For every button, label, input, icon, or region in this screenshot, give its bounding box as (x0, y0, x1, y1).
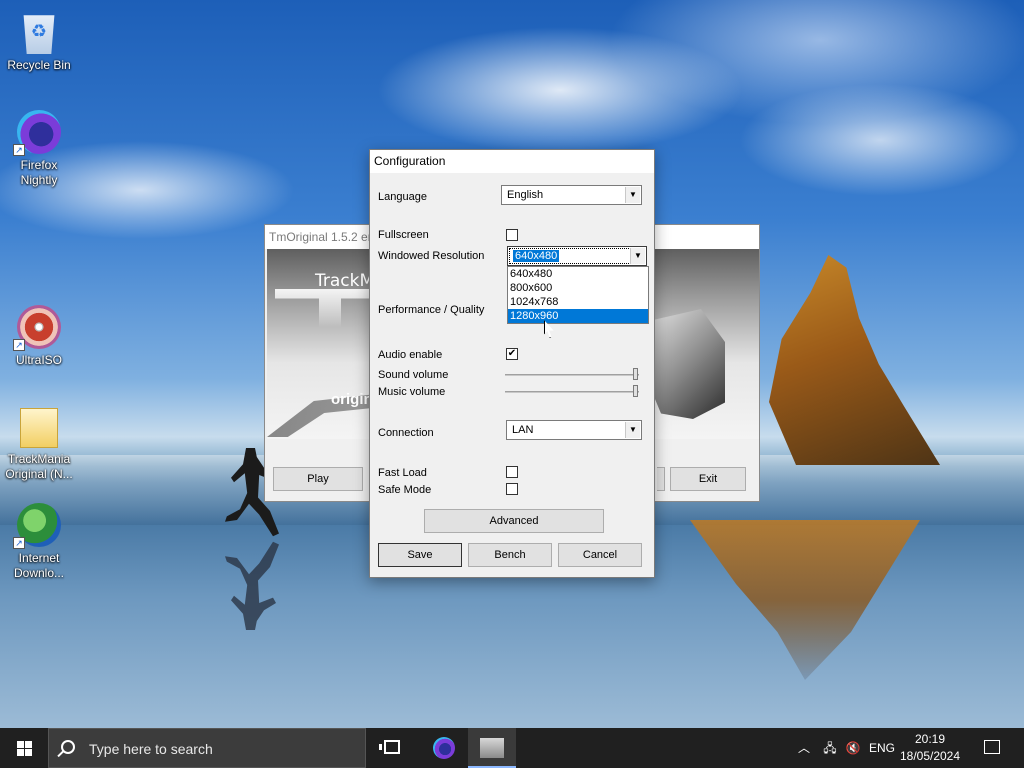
banner-text: TrackM (315, 271, 375, 291)
configuration-dialog: Configuration Language English ▼ Fullscr… (369, 149, 655, 578)
clock-date: 18/05/2024 (899, 749, 961, 763)
start-button[interactable] (0, 728, 48, 768)
resolution-label: Windowed Resolution (378, 250, 485, 262)
audio-checkbox[interactable]: ✔ (506, 348, 518, 360)
taskbar-clock[interactable]: 20:19 18/05/2024 (890, 731, 970, 765)
cancel-button[interactable]: Cancel (558, 543, 642, 567)
search-icon (61, 740, 75, 754)
taskbar-firefox-nightly[interactable] (420, 728, 468, 768)
slider-track (505, 374, 639, 376)
idm-icon: ↗ (13, 503, 61, 549)
resolution-dropdown-list: 640x480 800x600 1024x768 1280x960 (507, 266, 649, 324)
connection-select[interactable]: LAN ▼ (506, 420, 642, 440)
safe-mode-checkbox[interactable] (506, 483, 518, 495)
music-volume-slider[interactable] (505, 385, 639, 399)
checkmark-icon: ✔ (507, 348, 517, 359)
firefox-nightly-icon: ↗ (13, 110, 61, 156)
advanced-button[interactable]: Advanced (424, 509, 604, 533)
desktop-icon-recycle-bin[interactable]: ♻ Recycle Bin (1, 10, 77, 73)
resolution-option[interactable]: 1024x768 (508, 295, 648, 309)
fullscreen-label: Fullscreen (378, 229, 429, 241)
clock-time: 20:19 (914, 732, 946, 746)
sound-volume-slider[interactable] (505, 368, 639, 382)
task-view-button[interactable] (368, 728, 416, 768)
resolution-select[interactable]: 640x480 ▼ (507, 246, 647, 266)
audio-label: Audio enable (378, 349, 443, 361)
resolution-option-highlighted[interactable]: 1280x960 (508, 309, 648, 323)
desktop-icon-label: Firefox Nightly (20, 158, 58, 187)
chevron-down-icon[interactable]: ▼ (630, 248, 645, 264)
banner-subtitle: origin (331, 391, 373, 408)
slider-thumb[interactable] (633, 385, 638, 397)
config-title[interactable]: Configuration (370, 150, 654, 173)
task-view-icon (379, 740, 400, 754)
network-icon[interactable]: 🖧 (818, 728, 842, 768)
fast-load-checkbox[interactable] (506, 466, 518, 478)
taskbar-trackmania[interactable] (468, 728, 516, 768)
slider-thumb[interactable] (633, 368, 638, 380)
chevron-down-icon[interactable]: ▼ (625, 187, 640, 203)
notification-center-icon[interactable] (984, 740, 1000, 754)
desktop-icon-label: Internet Downlo... (13, 551, 65, 580)
desktop-icon-label: Recycle Bin (7, 58, 71, 72)
volume-muted-icon[interactable]: 🔇 (842, 728, 864, 768)
hidden-button-edge (657, 467, 665, 491)
save-button[interactable]: Save (378, 543, 462, 567)
slider-track (505, 391, 639, 393)
safe-mode-label: Safe Mode (378, 484, 432, 496)
fullscreen-checkbox[interactable] (506, 229, 518, 241)
recycle-bin-icon: ♻ (23, 15, 55, 54)
taskbar: Type here to search ︿ 🖧 🔇 ENG 20:19 18/0… (0, 728, 1024, 768)
chevron-down-icon[interactable]: ▼ (625, 422, 640, 438)
show-hidden-icons-chevron-icon[interactable]: ︿ (792, 728, 816, 768)
search-placeholder: Type here to search (89, 741, 213, 757)
play-button[interactable]: Play (273, 467, 363, 491)
trackmania-app-icon (480, 738, 504, 758)
language-label: Language (378, 191, 427, 203)
connection-label: Connection (378, 427, 434, 439)
firefox-nightly-icon (433, 737, 455, 759)
bench-button[interactable]: Bench (468, 543, 552, 567)
windows-logo-icon (17, 741, 32, 756)
performance-label: Performance / Quality (378, 304, 485, 316)
taskbar-search-box[interactable]: Type here to search (48, 728, 366, 768)
resolution-value: 640x480 (513, 250, 560, 262)
sound-volume-label: Sound volume (378, 369, 449, 381)
fast-load-label: Fast Load (378, 467, 427, 479)
desktop-icon-firefox-nightly[interactable]: ↗ Firefox Nightly (1, 110, 77, 188)
language-select[interactable]: English ▼ (501, 185, 642, 205)
car-image (645, 309, 725, 419)
shortcut-arrow-icon: ↗ (13, 144, 25, 156)
desktop-icon-trackmania-folder[interactable]: TrackMania Original (N... (1, 408, 77, 482)
language-value: English (507, 189, 544, 201)
desktop-icon-internet-download-manager[interactable]: ↗ Internet Downlo... (1, 503, 77, 581)
resolution-option[interactable]: 800x600 (508, 281, 648, 295)
ultraiso-icon: ↗ (13, 305, 61, 351)
folder-icon (20, 408, 58, 448)
shortcut-arrow-icon: ↗ (13, 339, 25, 351)
connection-value: LAN (512, 424, 534, 436)
music-volume-label: Music volume (378, 386, 446, 398)
desktop-icon-label: UltraISO (15, 353, 62, 367)
exit-button[interactable]: Exit (670, 467, 746, 491)
resolution-option[interactable]: 640x480 (508, 267, 648, 281)
shortcut-arrow-icon: ↗ (13, 537, 25, 549)
desktop-icon-ultraiso[interactable]: ↗ UltraISO (1, 305, 77, 368)
desktop-icon-label: TrackMania Original (N... (5, 452, 73, 481)
